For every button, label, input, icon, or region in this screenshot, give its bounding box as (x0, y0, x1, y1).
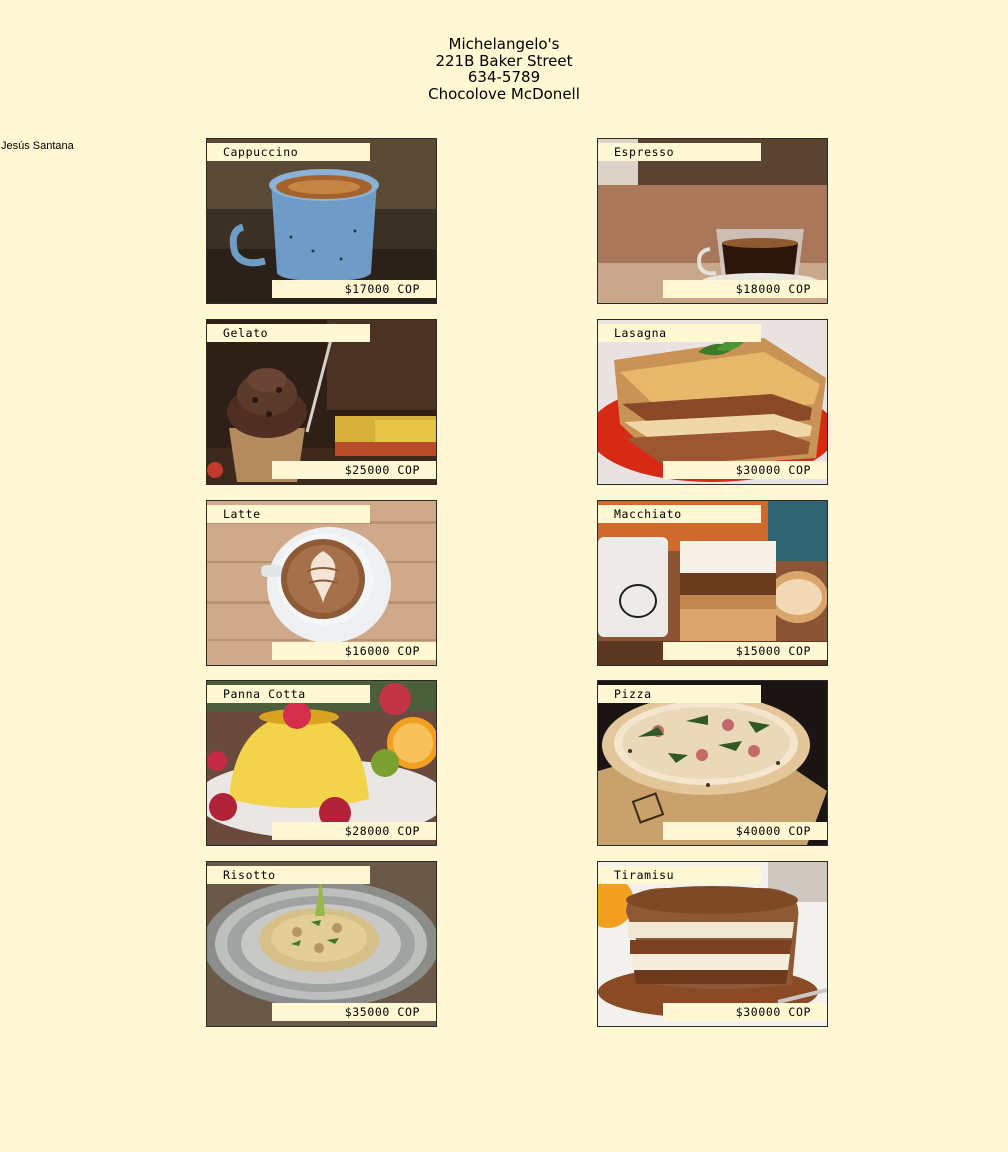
restaurant-name: Michelangelo's (448, 35, 560, 53)
menu-item-price: $35000 COP (272, 1003, 436, 1021)
menu-item-name: Macchiato (598, 505, 761, 523)
tiramisu-photo (598, 862, 827, 1026)
menu-card-espresso[interactable]: Espresso $18000 COP (597, 138, 828, 304)
cappuccino-photo (207, 139, 436, 303)
menu-item-name: Gelato (207, 324, 370, 342)
menu-card-pizza[interactable]: Pizza $40000 COP (597, 680, 828, 846)
menu-item-name: Cappuccino (207, 143, 370, 161)
menu-card-tiramisu[interactable]: Tiramisu $30000 COP (597, 861, 828, 1027)
restaurant-phone: 634-5789 (467, 68, 541, 86)
menu-item-price: $30000 COP (663, 461, 827, 479)
menu-item-name: Latte (207, 505, 370, 523)
risotto-photo (207, 862, 436, 1026)
restaurant-header: Michelangelo's 221B Baker Street 634-578… (0, 36, 1008, 102)
menu-item-price: $30000 COP (663, 1003, 827, 1021)
menu-item-name: Tiramisu (598, 866, 761, 884)
menu-item-name: Lasagna (598, 324, 761, 342)
menu-card-panna-cotta[interactable]: Panna Cotta $28000 COP (206, 680, 437, 846)
espresso-photo (598, 139, 827, 303)
menu-card-lasagna[interactable]: Lasagna $30000 COP (597, 319, 828, 485)
menu-item-price: $25000 COP (272, 461, 436, 479)
macchiato-photo (598, 501, 827, 665)
menu-card-risotto[interactable]: Risotto $35000 COP (206, 861, 437, 1027)
pizza-photo (598, 681, 827, 845)
menu-item-price: $28000 COP (272, 822, 436, 840)
panna-cotta-photo (207, 681, 436, 845)
menu-card-latte[interactable]: Latte $16000 COP (206, 500, 437, 666)
menu-item-price: $40000 COP (663, 822, 827, 840)
latte-photo (207, 501, 436, 665)
menu-item-price: $17000 COP (272, 280, 436, 298)
restaurant-address: 221B Baker Street (435, 51, 573, 70)
menu-item-name: Pizza (598, 685, 761, 703)
gelato-photo (207, 320, 436, 484)
lasagna-photo (598, 320, 827, 484)
menu-item-name: Panna Cotta (207, 685, 370, 703)
menu-item-price: $15000 COP (663, 642, 827, 660)
menu-item-price: $16000 COP (272, 642, 436, 660)
menu-item-name: Espresso (598, 143, 761, 161)
author-name: Jesús Santana (1, 140, 74, 152)
menu-item-name: Risotto (207, 866, 370, 884)
menu-item-price: $18000 COP (663, 280, 827, 298)
menu-card-cappuccino[interactable]: Cappuccino $17000 COP (206, 138, 437, 304)
menu-card-macchiato[interactable]: Macchiato $15000 COP (597, 500, 828, 666)
restaurant-owner: Chocolove McDonell (428, 84, 580, 103)
menu-card-gelato[interactable]: Gelato $25000 COP (206, 319, 437, 485)
